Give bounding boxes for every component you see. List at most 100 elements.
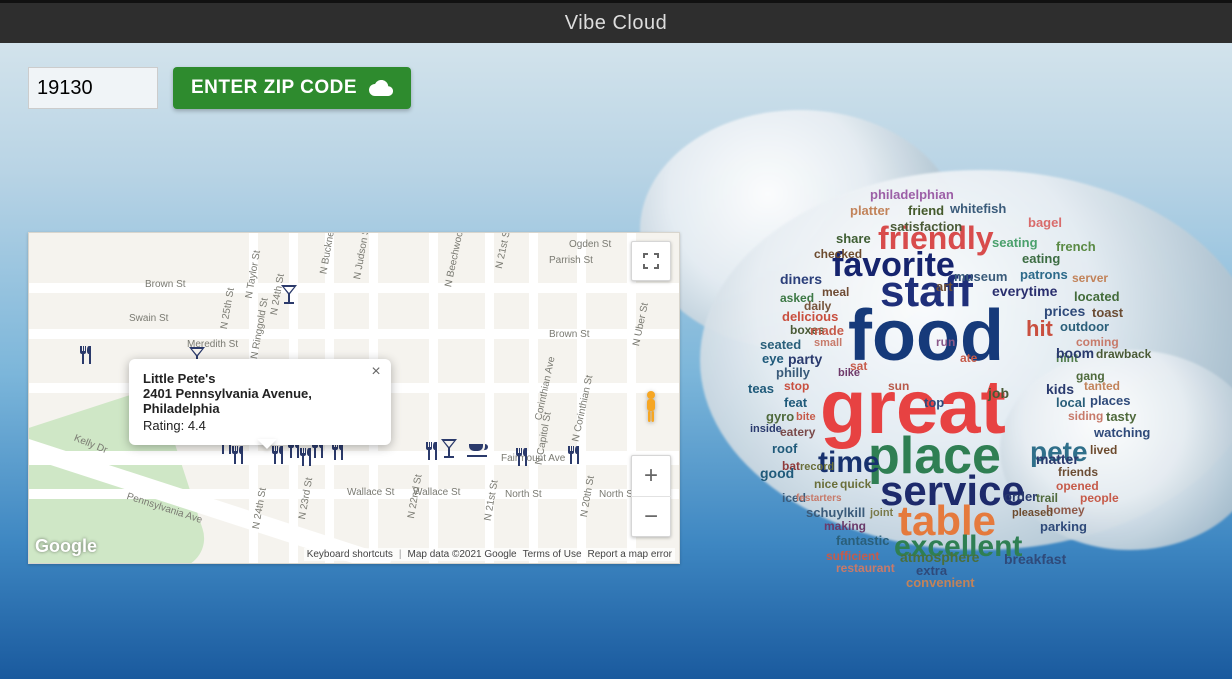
martini-marker-icon[interactable] [279, 283, 299, 305]
wordcloud-word: located [1074, 290, 1120, 303]
wordcloud-word: teas [748, 382, 774, 395]
wordcloud-word: platter [850, 204, 890, 217]
enter-zip-button[interactable]: ENTER ZIP CODE [173, 67, 411, 109]
wordcloud-word: people [1080, 492, 1119, 504]
wordcloud-word: watching [1094, 426, 1150, 439]
map-road [429, 233, 438, 563]
street-label: N Bucknell St [318, 233, 339, 275]
wordcloud-word: gyro [766, 410, 794, 423]
info-rating-value: 4.4 [188, 418, 206, 433]
map-panel[interactable]: Ogden St Parrish St Brown St N 21st St N… [28, 232, 680, 564]
wordcloud-word: patrons [1020, 268, 1068, 281]
fork-marker-icon[interactable] [229, 445, 247, 465]
wordcloud-word: satisfaction [890, 220, 962, 233]
google-logo: Google [35, 536, 97, 557]
search-controls: ENTER ZIP CODE [28, 67, 411, 109]
wordcloud-word: eating [1022, 252, 1060, 265]
wordcloud-word: made [810, 324, 844, 337]
report-error-link[interactable]: Report a map error [588, 549, 672, 560]
street-label: North St [505, 489, 542, 500]
wordcloud-word: ate [960, 352, 977, 364]
wordcloud-word: party [788, 352, 822, 366]
wordcloud-word: top [924, 396, 944, 409]
wordcloud-word: bite [796, 412, 816, 423]
wordcloud-word: job [988, 386, 1009, 400]
wordcloud-word: breakfast [1004, 552, 1066, 566]
info-title: Little Pete's [143, 371, 377, 386]
wordcloud-word: diners [780, 272, 822, 286]
info-rating-label: Rating: [143, 418, 188, 433]
wordcloud-word: share [836, 232, 871, 245]
coffee-marker-icon[interactable] [467, 441, 489, 459]
map-attribution: Keyboard shortcuts | Map data ©2021 Goog… [304, 548, 675, 561]
wordcloud-word: roof [772, 442, 797, 455]
street-label: N 25th St [219, 287, 237, 330]
wordcloud-word: friends [1058, 466, 1098, 478]
wordcloud-word: stop [784, 380, 809, 392]
wordcloud-word: friend [908, 204, 944, 217]
wordcloud-word: siding [1068, 410, 1103, 422]
pegman-icon[interactable] [631, 383, 671, 431]
wordcloud-word: order [1004, 490, 1037, 503]
wordcloud-word: drawback [1096, 348, 1151, 360]
wordcloud-word: festarters [796, 494, 842, 504]
zoom-in-button[interactable]: + [631, 456, 671, 496]
wordcloud-word: small [814, 338, 842, 349]
wordcloud-word: places [1090, 394, 1130, 407]
wordcloud-word: schuylkill [806, 506, 865, 519]
wordcloud-word: bagel [1028, 216, 1062, 229]
cloud-icon [369, 80, 393, 96]
wordcloud-word: philly [776, 366, 810, 379]
street-label: Parrish St [549, 255, 593, 266]
wordcloud-word: restaurant [836, 562, 895, 574]
wordcloud-word: french [1056, 240, 1096, 253]
wordcloud-word: seating [992, 236, 1038, 249]
map-surface[interactable]: Ogden St Parrish St Brown St N 21st St N… [29, 233, 679, 563]
map-info-window: × Little Pete's 2401 Pennsylvania Avenue… [129, 359, 391, 445]
wordcloud-word: philadelphian [870, 188, 954, 201]
wordcloud-word: feat [784, 396, 807, 409]
wordcloud-word: matter [1036, 452, 1079, 466]
wordcloud-word: museum [954, 270, 1007, 283]
wordcloud-word: run [936, 336, 955, 348]
fork-marker-icon[interactable] [513, 447, 531, 467]
wordcloud-word: boom [1056, 346, 1094, 360]
separator: | [399, 549, 402, 560]
wordcloud-word: joint [870, 508, 893, 519]
word-cloud: greatfoodplaceservicetablestafffavoritef… [740, 180, 1190, 610]
street-label: Wallace St [413, 487, 460, 498]
wordcloud-word: server [1072, 272, 1108, 284]
zoom-controls: + − [631, 455, 671, 537]
fullscreen-button[interactable] [631, 241, 671, 281]
zoom-out-button[interactable]: − [631, 496, 671, 536]
wordcloud-word: kids [1046, 382, 1074, 396]
martini-marker-icon[interactable] [439, 437, 459, 459]
street-label: Brown St [549, 329, 590, 340]
wordcloud-word: tasty [1106, 410, 1136, 423]
wordcloud-word: quick [840, 478, 871, 490]
enter-zip-label: ENTER ZIP CODE [191, 77, 357, 99]
wordcloud-word: prices [1044, 304, 1085, 318]
keyboard-shortcuts-link[interactable]: Keyboard shortcuts [307, 549, 393, 560]
wordcloud-word: eye [762, 352, 784, 365]
wordcloud-word: bike [838, 368, 860, 379]
wordcloud-word: lived [1090, 444, 1117, 456]
wordcloud-word: convenient [906, 576, 975, 589]
wordcloud-word: record [800, 462, 834, 473]
zip-input[interactable] [28, 67, 158, 109]
close-icon[interactable]: × [367, 363, 385, 381]
wordcloud-word: delicious [782, 310, 838, 323]
wordcloud-word: inside [750, 424, 782, 435]
terms-link[interactable]: Terms of Use [523, 549, 582, 560]
street-label: Swain St [129, 313, 168, 324]
wordcloud-word: tanted [1084, 380, 1120, 392]
map-data-label: Map data ©2021 Google [407, 549, 516, 560]
fork-marker-icon[interactable] [77, 345, 95, 365]
fork-marker-icon[interactable] [565, 445, 583, 465]
wordcloud-word: outdoor [1060, 320, 1109, 333]
app-title: Vibe Cloud [565, 12, 667, 35]
wordcloud-word: sun [888, 380, 909, 392]
street-label: Wallace St [347, 487, 394, 498]
wordcloud-word: nice [814, 478, 838, 490]
street-label: N Beechwood St [443, 233, 469, 288]
